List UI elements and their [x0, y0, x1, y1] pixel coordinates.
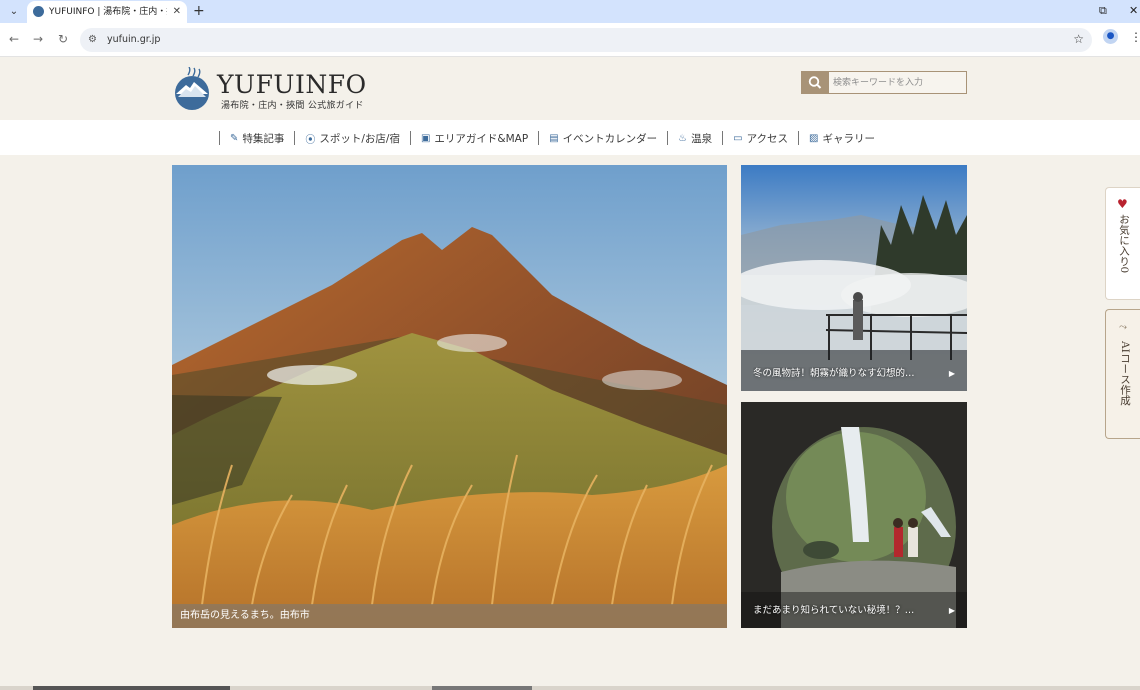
search-input[interactable]	[833, 74, 961, 91]
nav-list: ✎ 特集記事 ⦿ スポット/お店/宿 ▣ エリアガイド&MAP ▤ イベントカレンダー ♨ 温泉 ▭…	[219, 130, 885, 146]
nav-item[interactable]: ▨ ギャラリー	[798, 131, 885, 145]
nav-item-label: エリアガイド&MAP	[434, 132, 529, 145]
calendar-icon: ▤	[549, 132, 559, 144]
search-button[interactable]	[802, 72, 829, 93]
logo-text[interactable]: YUFUINFO	[217, 70, 367, 100]
pencil-icon: ✎	[230, 132, 239, 144]
favorites-tab[interactable]: ♥ お気に入り0	[1105, 187, 1140, 300]
nav-item[interactable]: ♨ 温泉	[667, 131, 722, 145]
site-header: YUFUINFO 湯布院・庄内・挾間 公式旅ガイド	[0, 57, 1140, 120]
tab-title: YUFUINFO | 湯布院・庄内・挾間 公式旅ガイド	[49, 7, 167, 17]
tab-close-icon[interactable]: ✕	[173, 4, 181, 19]
nav-item[interactable]: ✎ 特集記事	[219, 131, 294, 145]
nav-item-label: ギャラリー	[822, 132, 876, 145]
profile-avatar-icon[interactable]: ●	[1103, 29, 1118, 44]
map-icon: ▣	[420, 132, 431, 144]
route-icon: ⤳	[1119, 322, 1127, 333]
nav-item-label: 特集記事	[242, 132, 285, 145]
browser-toolbar: ← → ↻ ⚙ yufuin.gr.jp ☆ ● ⋮	[0, 23, 1140, 57]
image-icon: ▨	[809, 132, 819, 144]
address-bar[interactable]: ⚙ yufuin.gr.jp ☆	[80, 28, 1092, 52]
onsen-icon: ♨	[678, 132, 688, 144]
mount-yufu-photo	[172, 165, 727, 628]
global-nav: ✎ 特集記事 ⦿ スポット/お店/宿 ▣ エリアガイド&MAP ▤ イベントカレンダー ♨ 温泉 ▭…	[0, 120, 1140, 155]
back-arrow-icon[interactable]: ←	[9, 31, 19, 48]
side-card-morning-mist[interactable]: 冬の風物詩！朝霧が織りなす幻想的… ▶	[741, 165, 967, 391]
side-card-hidden-waterfall[interactable]: まだあまり知られていない秘境！？… ▶	[741, 402, 967, 628]
favicon-icon	[33, 6, 44, 17]
browser-tab-bar: ⌄ YUFUINFO | 湯布院・庄内・挾間 公式旅ガイド ✕ + ⧉ ✕	[0, 0, 1140, 23]
nav-item-label: 温泉	[691, 132, 713, 145]
hero-caption-text: 由布岳の見えるまち。由布市	[180, 610, 310, 621]
nav-item[interactable]: ▤ イベントカレンダー	[538, 131, 667, 145]
taskbar-segment	[432, 686, 532, 690]
bookmark-star-icon[interactable]: ☆	[1073, 32, 1084, 47]
nav-item-label: スポット/お店/宿	[319, 132, 400, 145]
ai-course-label: AIコース作成	[1119, 341, 1131, 406]
ai-course-tab[interactable]: ⤳ AIコース作成	[1105, 309, 1140, 439]
nav-item-label: アクセス	[746, 132, 789, 145]
map-pin-icon: ⦿	[305, 134, 316, 146]
side-card-caption: まだあまり知られていない秘境！？…	[753, 605, 915, 616]
favorites-label: お気に入り0	[1118, 214, 1130, 274]
caret-right-icon: ▶	[948, 369, 955, 378]
nav-item[interactable]: ▭ アクセス	[722, 131, 798, 145]
heart-icon: ♥	[1117, 197, 1128, 211]
morning-mist-photo	[741, 165, 967, 391]
new-tab-button[interactable]: +	[193, 2, 205, 20]
window-restore-icon[interactable]: ⧉	[1099, 3, 1107, 19]
yufuinfo-logo-icon[interactable]	[172, 67, 212, 111]
browser-menu-icon[interactable]: ⋮	[1130, 30, 1140, 44]
reload-icon[interactable]: ↻	[58, 31, 68, 48]
site-search	[801, 71, 967, 94]
hero-main-slide[interactable]: 由布岳の見えるまち。由布市	[172, 165, 727, 628]
browser-tab-active[interactable]: YUFUINFO | 湯布院・庄内・挾間 公式旅ガイド ✕	[27, 1, 187, 23]
window-close-icon[interactable]: ✕	[1129, 3, 1138, 19]
taskbar-segment	[33, 686, 230, 690]
bus-icon: ▭	[733, 132, 743, 144]
forward-arrow-icon[interactable]: →	[33, 31, 43, 48]
hero-caption-bar: 由布岳の見えるまち。由布市	[172, 604, 727, 628]
taskbar-strip	[0, 686, 1140, 690]
tab-search-chevron-icon[interactable]: ⌄	[5, 3, 23, 20]
nav-item-label: イベントカレンダー	[562, 132, 658, 145]
nav-item[interactable]: ⦿ スポット/お店/宿	[294, 131, 410, 146]
caret-right-icon: ▶	[948, 606, 955, 615]
url-text[interactable]: yufuin.gr.jp	[107, 33, 160, 47]
search-icon	[808, 76, 822, 89]
logo-subtitle: 湯布院・庄内・挾間 公式旅ガイド	[221, 101, 364, 111]
waterfall-tunnel-photo	[741, 402, 967, 628]
site-settings-icon[interactable]: ⚙	[88, 33, 97, 47]
nav-item[interactable]: ▣ エリアガイド&MAP	[409, 131, 538, 145]
side-card-caption: 冬の風物詩！朝霧が織りなす幻想的…	[753, 368, 915, 379]
